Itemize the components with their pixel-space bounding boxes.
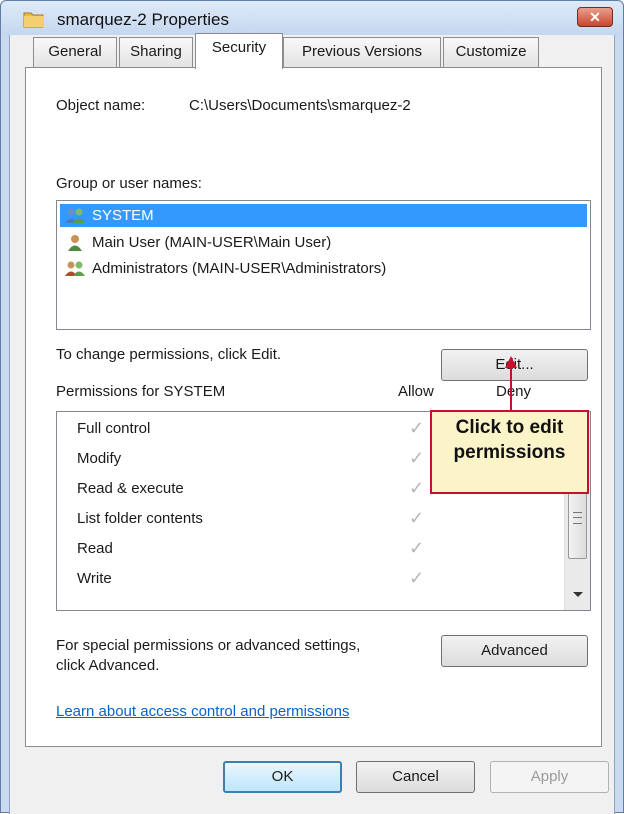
user-list[interactable]: SYSTEM Main User (MAIN-USER\Main User) A… [56, 200, 591, 330]
permission-name: Read & execute [77, 480, 184, 497]
permission-name: Full control [77, 420, 151, 437]
tab-general[interactable]: General [33, 37, 117, 67]
tab-customize[interactable]: Customize [443, 37, 539, 67]
special-permissions-text-line2: click Advanced. [56, 657, 160, 674]
folder-icon [23, 12, 44, 28]
apply-button[interactable]: Apply [490, 761, 609, 793]
list-item-administrators[interactable]: Administrators (MAIN-USER\Administrators… [60, 257, 587, 280]
permission-row: Read ✓ [77, 534, 567, 564]
users-group-icon [65, 208, 85, 223]
permissions-label: Permissions for SYSTEM [56, 383, 226, 400]
group-names-label: Group or user names: [56, 175, 202, 192]
callout-line1: Click to edit [455, 417, 564, 438]
tab-security[interactable]: Security [195, 33, 283, 69]
allow-check-icon: ✓ [409, 568, 425, 588]
grip-icon [573, 512, 582, 524]
cancel-button[interactable]: Cancel [356, 761, 475, 793]
user-name: Administrators (MAIN-USER\Administrators… [92, 260, 387, 277]
edit-permissions-callout: Click to edit permissions [430, 410, 589, 494]
user-name: SYSTEM [92, 207, 154, 224]
allow-header: Allow [398, 383, 434, 400]
tab-sharing[interactable]: Sharing [119, 37, 193, 67]
allow-check-icon: ✓ [409, 538, 425, 558]
list-item-main-user[interactable]: Main User (MAIN-USER\Main User) [60, 231, 587, 254]
ok-button[interactable]: OK [223, 761, 342, 793]
allow-check-icon: ✓ [409, 508, 425, 528]
window-title: smarquez-2 Properties [57, 10, 229, 29]
advanced-button[interactable]: Advanced [441, 635, 588, 667]
permission-name: Modify [77, 450, 122, 467]
callout-arrow-icon [505, 356, 517, 412]
permission-row: Write ✓ [77, 564, 567, 594]
object-name-value: C:\Users\Documents\smarquez-2 [189, 97, 411, 114]
title-bar[interactable]: smarquez-2 Properties ✕ [1, 1, 623, 35]
learn-access-control-link[interactable]: Learn about access control and permissio… [56, 703, 350, 720]
special-permissions-text-line1: For special permissions or advanced sett… [56, 637, 361, 654]
permission-name: Read [77, 540, 113, 557]
callout-line2: permissions [453, 442, 566, 463]
permission-row: List folder contents ✓ [77, 504, 567, 534]
callout-text: Click to edit permissions [432, 415, 587, 465]
allow-check-icon: ✓ [409, 448, 425, 468]
users-group-icon [65, 261, 85, 276]
allow-check-icon: ✓ [409, 478, 425, 498]
list-item-system[interactable]: SYSTEM [60, 204, 587, 227]
permission-name: Write [77, 570, 112, 587]
allow-check-icon: ✓ [409, 418, 425, 438]
scroll-down-arrow-icon[interactable] [573, 592, 583, 597]
object-name-label: Object name: [56, 97, 146, 114]
user-name: Main User (MAIN-USER\Main User) [92, 234, 332, 251]
properties-window: smarquez-2 Properties ✕ General Sharing … [0, 0, 624, 814]
tab-previous-versions[interactable]: Previous Versions [283, 37, 441, 67]
close-button[interactable]: ✕ [577, 7, 613, 27]
user-icon [68, 235, 82, 251]
permission-name: List folder contents [77, 510, 203, 527]
change-permissions-text: To change permissions, click Edit. [56, 346, 282, 363]
